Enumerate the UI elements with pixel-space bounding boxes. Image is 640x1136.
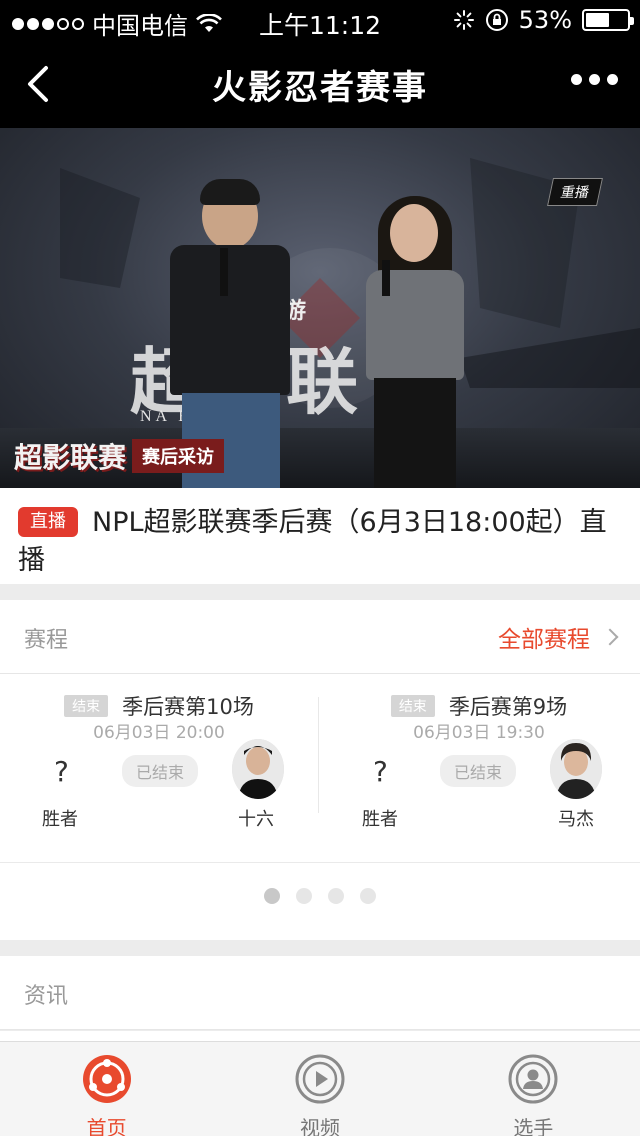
chevron-right-icon — [601, 628, 619, 646]
match-time: 06月03日 19:30 — [413, 723, 545, 743]
news-label: 资讯 — [24, 984, 69, 1009]
tab-player[interactable]: 选手 — [427, 1042, 640, 1136]
right-player-name: 马杰 — [558, 809, 594, 830]
right-player-name: 十六 — [238, 809, 274, 830]
schedule-label: 赛程 — [24, 628, 69, 653]
replay-badge: 重播 — [547, 178, 603, 206]
pager-dot[interactable] — [328, 888, 344, 904]
status-bar: 中国电信 上午11:12 53% — [0, 0, 640, 40]
tab-player-label: 选手 — [513, 1116, 554, 1136]
pager-dot[interactable] — [264, 888, 280, 904]
tab-home-label: 首页 — [86, 1116, 127, 1136]
tab-home[interactable]: 首页 — [0, 1042, 213, 1136]
match-status-tag: 结束 — [390, 695, 435, 717]
all-schedule-label: 全部赛程 — [498, 627, 590, 653]
schedule-divider — [0, 862, 640, 863]
app-root: 中国电信 上午11:12 53% 火影忍者赛事 NA 重播 超影联赛 赛后采访 … — [0, 0, 640, 1136]
corner-logo-title: 超影联赛 — [14, 441, 127, 474]
tab-bar: 首页 视频 选手 — [0, 1041, 640, 1136]
corner-logo-tag: 赛后采访 — [132, 439, 225, 473]
more-dot-icon — [607, 74, 618, 85]
unknown-team-icon: ? — [373, 755, 388, 788]
match-carousel[interactable]: 结束 季后赛第10场 06月03日 20:00 ? 胜者 已结束 十六 结束 季… — [0, 675, 640, 863]
match-ended-pill: 已结束 — [440, 755, 517, 787]
match-name: 季后赛第9场 — [448, 695, 568, 719]
corner-logo: 超影联赛 赛后采访 — [14, 436, 225, 476]
nav-bar: 火影忍者赛事 — [0, 40, 640, 128]
player-avatar-image — [232, 739, 284, 799]
match-name: 季后赛第10场 — [122, 695, 254, 719]
pager-dot[interactable] — [360, 888, 376, 904]
match-head: 结束 季后赛第10场 — [0, 691, 318, 721]
schedule-header: 赛程 全部赛程 — [0, 600, 640, 674]
avatar — [550, 739, 602, 799]
live-badge: 直播 — [18, 507, 78, 537]
pager-dot[interactable] — [296, 888, 312, 904]
player-avatar-image — [550, 739, 602, 799]
match-time: 06月03日 20:00 — [93, 723, 225, 743]
unknown-team-icon: ? — [54, 755, 69, 788]
carousel-pager[interactable] — [0, 888, 640, 904]
page-title: 火影忍者赛事 — [212, 68, 428, 108]
match-card[interactable]: 结束 季后赛第10场 06月03日 20:00 ? 胜者 已结束 十六 — [0, 675, 318, 863]
activity-spinner-icon — [453, 10, 474, 30]
battery-icon — [582, 9, 634, 31]
match-head: 结束 季后赛第9场 — [320, 691, 638, 721]
more-dot-icon — [589, 74, 600, 85]
home-icon — [82, 1055, 131, 1103]
news-content-area — [0, 1031, 640, 1041]
news-section-header: 资讯 — [0, 956, 640, 1030]
live-info-banner[interactable]: 直播 NPL超影联赛季后赛（6月3日18:00起）直播 — [0, 488, 640, 584]
host-woman-figure — [360, 196, 470, 488]
live-title: NPL超影联赛季后赛（6月3日18:00起）直播 — [18, 507, 607, 576]
video-player[interactable]: 手游 超影联 NA E PRO L 重播 超影联赛 赛后采访 — [0, 128, 640, 488]
all-schedule-link[interactable]: 全部赛程 — [498, 620, 619, 654]
player-icon — [508, 1054, 558, 1104]
match-divider — [318, 697, 319, 813]
avatar — [232, 739, 284, 799]
schedule-section: 赛程 全部赛程 结束 季后赛第10场 06月03日 20:00 ? 胜者 已结束 — [0, 600, 640, 940]
more-button[interactable] — [571, 74, 618, 85]
rotation-lock-icon — [485, 9, 508, 31]
more-dot-icon — [571, 74, 582, 85]
left-team-label: 胜者 — [42, 809, 78, 830]
match-ended-pill: 已结束 — [122, 755, 199, 787]
left-team-label: 胜者 — [362, 809, 398, 830]
status-right: 53% — [453, 6, 634, 34]
match-status-tag: 结束 — [64, 695, 109, 717]
battery-percent: 53% — [518, 6, 572, 34]
tab-video-label: 视频 — [299, 1116, 340, 1136]
match-card[interactable]: 结束 季后赛第9场 06月03日 19:30 ? 胜者 已结束 马杰 — [320, 675, 638, 863]
play-icon — [295, 1054, 345, 1104]
tab-video[interactable]: 视频 — [213, 1042, 426, 1136]
